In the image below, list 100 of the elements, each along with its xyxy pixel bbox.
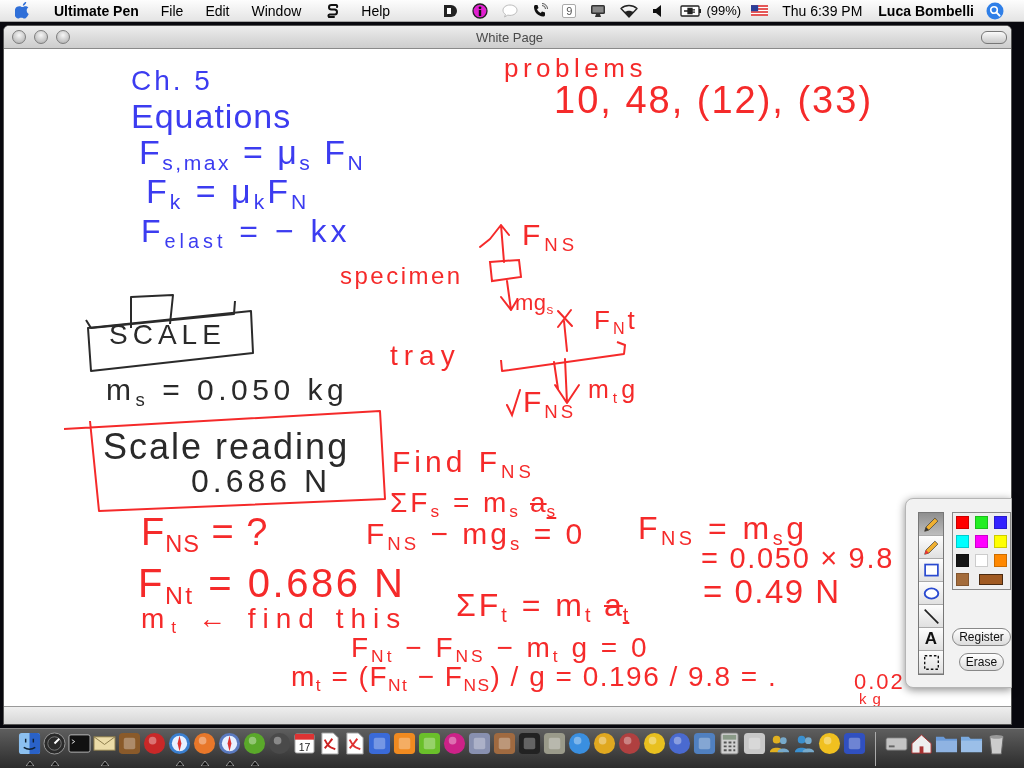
apple-icon[interactable] <box>15 2 30 19</box>
handwritten-note: F$_{Nt}$ = 0.686 N <box>138 563 406 603</box>
handwritten-note: F$_{NS}$ = ? <box>141 513 269 551</box>
window-title: White Page <box>475 29 544 45</box>
square-tile-icon[interactable] <box>843 732 866 755</box>
calendar-icon[interactable]: 17 <box>293 732 316 755</box>
square-tile-icon[interactable] <box>743 732 766 755</box>
menu-item[interactable]: Help <box>361 2 391 19</box>
app-menu[interactable]: Ultimate Pen <box>54 2 139 19</box>
menu-item[interactable]: Window <box>251 2 302 19</box>
compass-icon[interactable] <box>218 732 241 755</box>
speaker-icon[interactable] <box>652 3 663 18</box>
disc-icon[interactable] <box>243 732 266 755</box>
document-icon[interactable] <box>318 732 341 755</box>
line-icon <box>922 607 940 625</box>
color-swatch[interactable] <box>991 551 1010 570</box>
tick-icon <box>506 389 521 418</box>
color-swatch[interactable] <box>991 513 1010 532</box>
handwritten-note: ΣF$_{t}$ = m$_{t}$ <box>456 589 594 621</box>
close-button[interactable] <box>12 30 26 44</box>
compass-icon[interactable] <box>168 732 191 755</box>
color-swatch[interactable] <box>972 513 991 532</box>
calendar-date: 17 <box>298 740 311 753</box>
handwritten-note: m$_{t}$ ← find this <box>141 605 408 633</box>
disc-icon[interactable] <box>443 732 466 755</box>
register-button[interactable]: Register <box>952 628 1011 646</box>
minimize-button[interactable] <box>34 30 48 44</box>
square-tile-icon[interactable] <box>543 732 566 755</box>
block-drawing <box>488 258 523 283</box>
menu-item[interactable]: File <box>160 2 184 19</box>
color-swatch[interactable] <box>953 551 972 570</box>
line-tool[interactable] <box>919 605 943 628</box>
pencil-icon <box>922 515 940 533</box>
handwritten-note: Scale reading <box>103 429 350 465</box>
handwritten-note: F$_{elast}$ = − kx <box>141 215 351 247</box>
phone-icon[interactable] <box>532 2 549 19</box>
square-tile-icon[interactable] <box>468 732 491 755</box>
disc-icon[interactable] <box>143 732 166 755</box>
square-tile-icon[interactable] <box>393 732 416 755</box>
dashed-square-icon <box>922 653 940 671</box>
handwritten-note: m$_{t}$g <box>588 377 640 402</box>
square-tile-icon[interactable] <box>368 732 391 755</box>
menu-item[interactable]: Edit <box>205 2 230 19</box>
display-icon[interactable] <box>590 2 607 19</box>
disc-icon[interactable] <box>268 732 291 755</box>
text-tool[interactable]: A <box>919 628 943 651</box>
battery-icon[interactable] <box>680 4 703 17</box>
house-icon[interactable] <box>910 732 933 755</box>
disc-icon[interactable] <box>193 732 216 755</box>
disc-icon[interactable] <box>643 732 666 755</box>
square-tile-icon[interactable] <box>118 732 141 755</box>
search-icon[interactable] <box>986 1 1004 20</box>
crayon-tool[interactable] <box>919 536 943 559</box>
rectangle-tool[interactable] <box>919 559 943 582</box>
color-swatch[interactable] <box>991 532 1010 551</box>
handwritten-note: F$_{NS}$ = m$_{s}$g <box>638 512 808 544</box>
color-swatch[interactable] <box>972 532 991 551</box>
flag-icon[interactable] <box>751 5 769 16</box>
square-tile-icon[interactable] <box>418 732 441 755</box>
user-name[interactable]: Luca Bombelli <box>878 2 974 19</box>
pencil-tool[interactable] <box>919 513 943 536</box>
handwritten-note: ΣF$_{s}$ = m$_{s}$ <box>390 489 522 517</box>
oval-tool[interactable] <box>919 582 943 605</box>
wifi-icon[interactable] <box>620 3 639 18</box>
disc-icon[interactable] <box>618 732 641 755</box>
terminal-icon[interactable] <box>68 732 91 755</box>
disc-icon[interactable] <box>818 732 841 755</box>
calculator-icon[interactable] <box>718 732 741 755</box>
number-badge[interactable]: 9 <box>562 3 577 18</box>
handwritten-note: = 0.49 N <box>703 575 841 608</box>
color-swatch[interactable] <box>953 570 972 589</box>
selection-tool[interactable] <box>919 651 943 674</box>
smiling-face-icon[interactable] <box>18 732 41 755</box>
color-swatch[interactable] <box>953 532 972 551</box>
force-arrow <box>500 280 518 311</box>
pencil-icon <box>922 538 940 556</box>
force-arrow <box>553 358 580 404</box>
rounded-tab-icon[interactable] <box>442 2 459 19</box>
color-swatch[interactable] <box>972 570 1010 589</box>
square-tile-icon[interactable] <box>493 732 516 755</box>
color-swatch[interactable] <box>953 513 972 532</box>
handwritten-note: a$_{s}$ <box>530 489 557 517</box>
clock[interactable]: Thu 6:39 PM <box>782 2 863 19</box>
square-tile-icon[interactable] <box>693 732 716 755</box>
info-icon[interactable] <box>472 2 489 19</box>
handwritten-note: tray <box>390 342 461 370</box>
disc-icon[interactable] <box>593 732 616 755</box>
erase-button[interactable]: Erase <box>958 653 1005 671</box>
battery-percentage[interactable]: (99%) <box>706 3 742 18</box>
dial-icon[interactable] <box>43 732 66 755</box>
script-icon[interactable] <box>327 2 340 19</box>
handwritten-note: m$_{s}$ = 0.050 kg <box>106 375 349 405</box>
zoom-button[interactable] <box>56 30 70 44</box>
toolbar-toggle-button[interactable] <box>981 30 1007 44</box>
disc-icon[interactable] <box>668 732 691 755</box>
color-swatch[interactable] <box>972 551 991 570</box>
disc-icon[interactable] <box>568 732 591 755</box>
handwritten-note: F$_{NS}$ <box>523 387 577 417</box>
square-tile-icon[interactable] <box>518 732 541 755</box>
document-icon[interactable] <box>343 732 366 755</box>
